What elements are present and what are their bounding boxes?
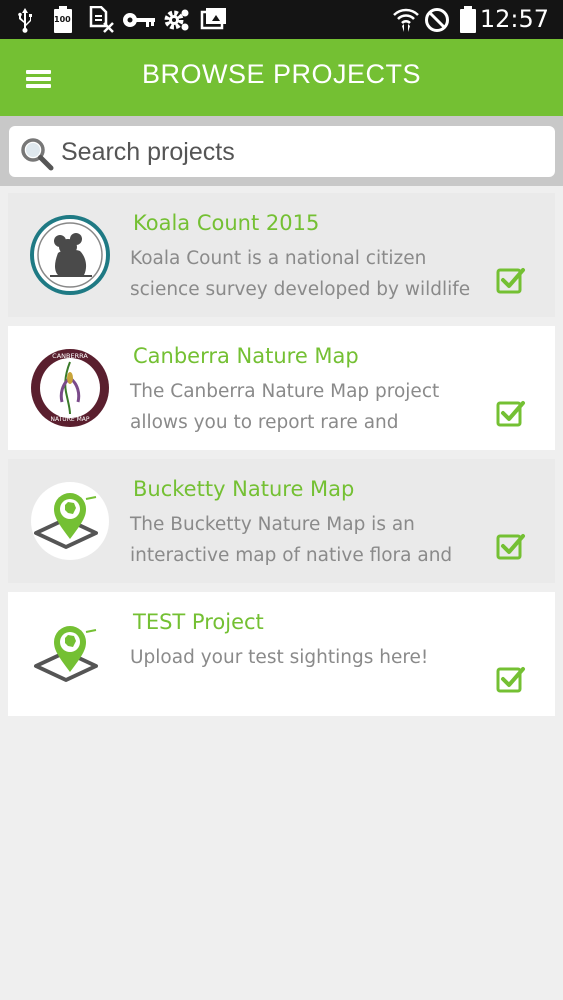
checkbox-checked-icon[interactable]: [496, 531, 526, 561]
map-pin-logo: [30, 614, 110, 694]
project-title: Koala Count 2015: [133, 211, 320, 235]
settings-icon: [163, 6, 191, 33]
checkbox-checked-icon[interactable]: [496, 265, 526, 295]
logo-text-top: CANBERRA: [52, 352, 88, 360]
canberra-nature-map-logo: CANBERRA NATURE MAP: [30, 348, 110, 428]
project-description: Upload your test sightings here!: [130, 642, 460, 673]
do-not-disturb-icon: [424, 6, 450, 33]
sim-off-icon: [88, 6, 114, 33]
usb-icon: [14, 6, 36, 33]
project-card-canberra-nature-map[interactable]: CANBERRA NATURE MAP Canberra Nature Map …: [8, 326, 555, 450]
photo-upload-icon: [200, 6, 228, 33]
koala-logo: [30, 215, 110, 295]
status-bar: 100 12:57: [0, 0, 563, 39]
project-title: Bucketty Nature Map: [133, 477, 355, 501]
battery-100-icon: 100: [52, 6, 74, 33]
status-time: 12:57: [479, 5, 549, 33]
project-description: The Bucketty Nature Map is an interactiv…: [130, 509, 460, 571]
project-description: The Canberra Nature Map project allows y…: [130, 376, 460, 438]
project-title: Canberra Nature Map: [133, 344, 359, 368]
project-card-test-project[interactable]: TEST Project Upload your test sightings …: [8, 592, 555, 716]
search-box[interactable]: [9, 126, 555, 177]
project-card-bucketty-nature-map[interactable]: Bucketty Nature Map The Bucketty Nature …: [8, 459, 555, 583]
project-description-line: interactive map of native flora and: [130, 545, 453, 566]
project-description-line: The Canberra Nature Map project: [130, 381, 440, 402]
project-description-line: The Bucketty Nature Map is an: [130, 514, 415, 535]
app-bar: BROWSE PROJECTS: [0, 39, 563, 116]
project-description-line: allows you to report rare and: [130, 412, 399, 433]
battery-badge-text: 100: [54, 15, 71, 24]
project-description-line: Upload your test sightings here!: [130, 647, 429, 668]
checkbox-checked-icon[interactable]: [496, 398, 526, 428]
page-title: BROWSE PROJECTS: [141, 59, 422, 89]
project-card-koala-count[interactable]: Koala Count 2015 Koala Count is a nation…: [8, 193, 555, 317]
key-icon: [122, 6, 156, 33]
battery-icon: [458, 6, 478, 33]
search-icon: [19, 136, 55, 172]
map-pin-logo: [30, 481, 110, 561]
project-title: TEST Project: [133, 610, 264, 634]
search-input[interactable]: [61, 132, 541, 172]
checkbox-checked-icon[interactable]: [496, 664, 526, 694]
wifi-icon: [392, 6, 420, 33]
search-bar-container: [0, 116, 563, 186]
project-description-line: science survey developed by wildlife: [130, 279, 471, 300]
logo-text-bottom: NATURE MAP: [50, 416, 90, 423]
project-description: Koala Count is a national citizen scienc…: [130, 243, 471, 305]
project-description-line: Koala Count is a national citizen: [130, 248, 427, 269]
